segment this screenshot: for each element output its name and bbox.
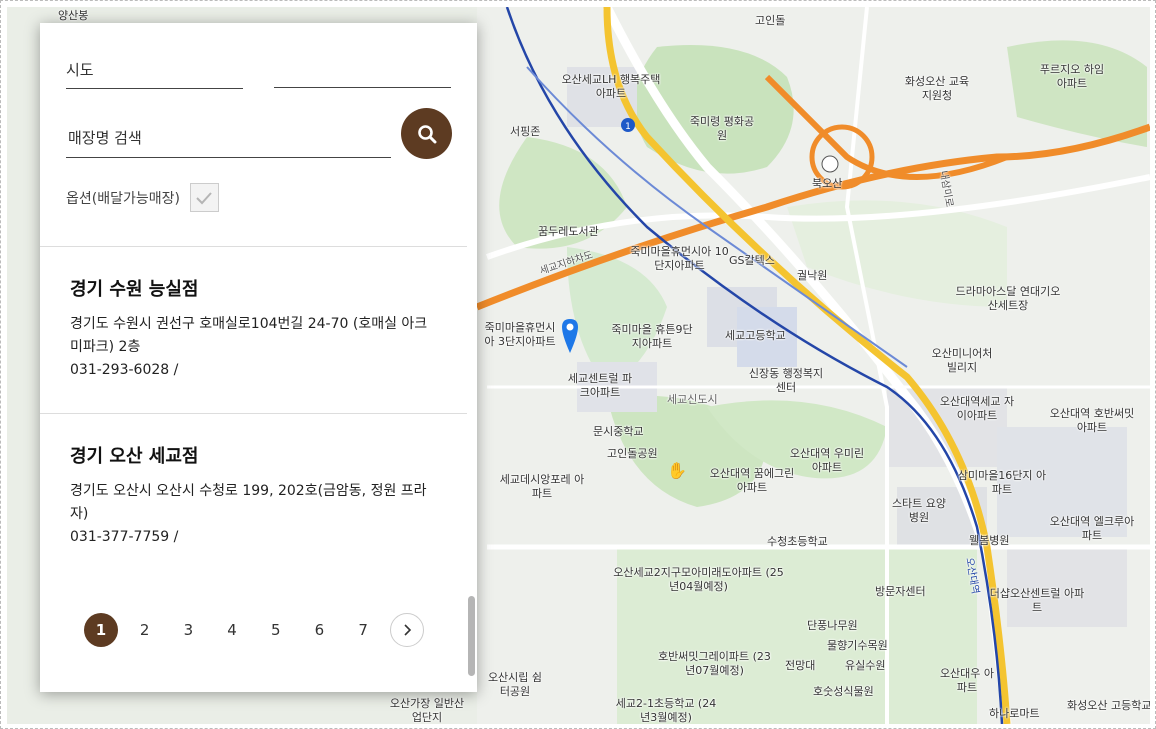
page-button[interactable]: 4 — [215, 613, 249, 647]
map-label: 양산봉 — [58, 9, 89, 22]
next-page-button[interactable] — [389, 613, 424, 647]
map-label: 더샵오산센트럴 아파트 — [989, 587, 1085, 614]
map-label: 고인돌공원 — [607, 447, 658, 460]
map-label: 오산가장 일반산업단지 — [389, 697, 465, 724]
map-label: 세교데시앙포레 아파트 — [499, 473, 585, 500]
store-address: 경기도 오산시 오산시 수청로 199, 202호(금암동, 정원 프라자) — [70, 483, 427, 522]
map-label: 꿈두레도서관 — [538, 225, 599, 238]
map-label: 하나로마트 — [989, 707, 1040, 720]
map-label: 수청초등학교 — [767, 535, 828, 548]
store-search-panel: 시도 옵션(배달가능매장) 경기 수원 능실점 경기도 수원시 권선구 호매실로… — [40, 23, 477, 692]
store-phone: 031-293-6028 / — [70, 362, 179, 378]
map-label: 서핑존 — [510, 125, 541, 138]
map-label: 오산세교2지구모아미래도아파트 (25년04월예정) — [613, 566, 784, 593]
page-button[interactable]: 2 — [128, 613, 162, 647]
hand-cursor-icon: ✋ — [667, 461, 687, 480]
search-button[interactable] — [401, 108, 452, 159]
map-label: 오산대역 우미린아파트 — [789, 447, 865, 474]
map-label: 전망대 — [785, 659, 816, 672]
map-label: 세교2-1초등학교 (24년3월예정) — [615, 697, 717, 724]
store-address: 경기도 수원시 권선구 호매실로104번길 24-70 (호매실 아크미파크) … — [70, 316, 428, 355]
store-name: 경기 수원 능실점 — [70, 279, 199, 300]
sido-select[interactable]: 시도 — [66, 59, 243, 89]
map-label: 웰봄병원 — [969, 534, 1010, 547]
map-label: 오산미니어처 빌리지 — [931, 347, 993, 374]
page-button[interactable]: 1 — [84, 613, 118, 647]
map-label: 고인돌 — [755, 14, 786, 27]
store-list-item[interactable]: 경기 오산 세교점 경기도 오산시 오산시 수청로 199, 202호(금암동,… — [40, 414, 467, 577]
gugun-select[interactable] — [274, 59, 451, 88]
map-label: 세교센트럴 파크아파트 — [567, 372, 633, 399]
check-icon — [196, 191, 213, 204]
page-button[interactable]: 7 — [346, 613, 380, 647]
map-label: 죽미마을 휴튼9단지아파트 — [611, 323, 693, 350]
map-label: 유실수원 — [845, 659, 886, 672]
page-button[interactable]: 3 — [171, 613, 205, 647]
map-label: 단풍나무원 — [807, 619, 858, 632]
map-label: 죽미령 평화공원 — [689, 115, 755, 142]
map-label: 드라마아스달 연대기오산세트장 — [955, 285, 1061, 312]
map-label: 신장동 행정복지센터 — [748, 367, 824, 394]
chevron-right-icon — [404, 624, 411, 636]
delivery-option-label: 옵션(배달가능매장) — [66, 190, 180, 207]
map-label: 삼미마을16단지 아파트 — [957, 469, 1047, 496]
map-label: 호반써밋그레이파트 (23년07월예정) — [658, 650, 771, 677]
map-label: 오산대역 호반써밋아파트 — [1049, 407, 1135, 434]
map-label: 궐낙원 — [797, 269, 828, 282]
map-label: 문시중학교 — [593, 425, 644, 438]
page-button[interactable]: 5 — [259, 613, 293, 647]
map-label: 방문자센터 — [875, 585, 926, 598]
map-label: 오산대역세교 자이아파트 — [939, 395, 1015, 422]
window-frame: 1 양산봉 고인돌 오산세교LH 행복주택아파트 죽미령 평화공원 화성오산 교… — [0, 0, 1156, 729]
map-label: 푸르지오 하임아파트 — [1039, 63, 1105, 90]
store-name-search-input[interactable] — [66, 127, 391, 158]
svg-text:1: 1 — [625, 122, 631, 132]
store-phone: 031-377-7759 / — [70, 529, 179, 545]
pagination: 1 2 3 4 5 6 7 — [84, 613, 434, 647]
store-list-item[interactable]: 경기 수원 능실점 경기도 수원시 권선구 호매실로104번길 24-70 (호… — [40, 247, 467, 414]
delivery-option-checkbox[interactable] — [189, 183, 219, 212]
map-label: 오산시립 쉼터공원 — [487, 671, 543, 698]
delivery-option: 옵션(배달가능매장) — [66, 183, 219, 212]
page-button[interactable]: 6 — [302, 613, 336, 647]
map-label: 화성오산 고등학교 — [1067, 699, 1150, 712]
map-label: 물향기수목원 — [827, 639, 888, 652]
store-name: 경기 오산 세교점 — [70, 446, 199, 467]
map-label: 북오산 — [812, 177, 843, 190]
map-label: 오산대역 엘크루아파트 — [1049, 515, 1135, 542]
map-label: 세교신도시 — [667, 393, 718, 406]
map-label: 오산대우 아파트 — [939, 667, 995, 694]
map-label: 호숫성식물원 — [813, 685, 874, 698]
map-label: 오산세교LH 행복주택아파트 — [561, 73, 661, 100]
map-label: GS칼텍스 — [729, 254, 775, 267]
store-list-scrollbar[interactable] — [468, 238, 475, 676]
search-icon — [417, 124, 436, 143]
map-label: 스타트 요양병원 — [891, 497, 947, 524]
map-label: 죽미마을휴먼시아 10단지아파트 — [630, 245, 729, 272]
store-list: 경기 수원 능실점 경기도 수원시 권선구 호매실로104번길 24-70 (호… — [40, 246, 467, 577]
scrollbar-thumb[interactable] — [468, 596, 475, 676]
map-label: 오산대역 꿈에그린아파트 — [709, 467, 795, 494]
map-label: 세교고등학교 — [725, 329, 786, 342]
map-label: 죽미마을휴먼시아 3단지아파트 — [484, 321, 556, 348]
map-label: 화성오산 교육지원청 — [904, 75, 970, 102]
